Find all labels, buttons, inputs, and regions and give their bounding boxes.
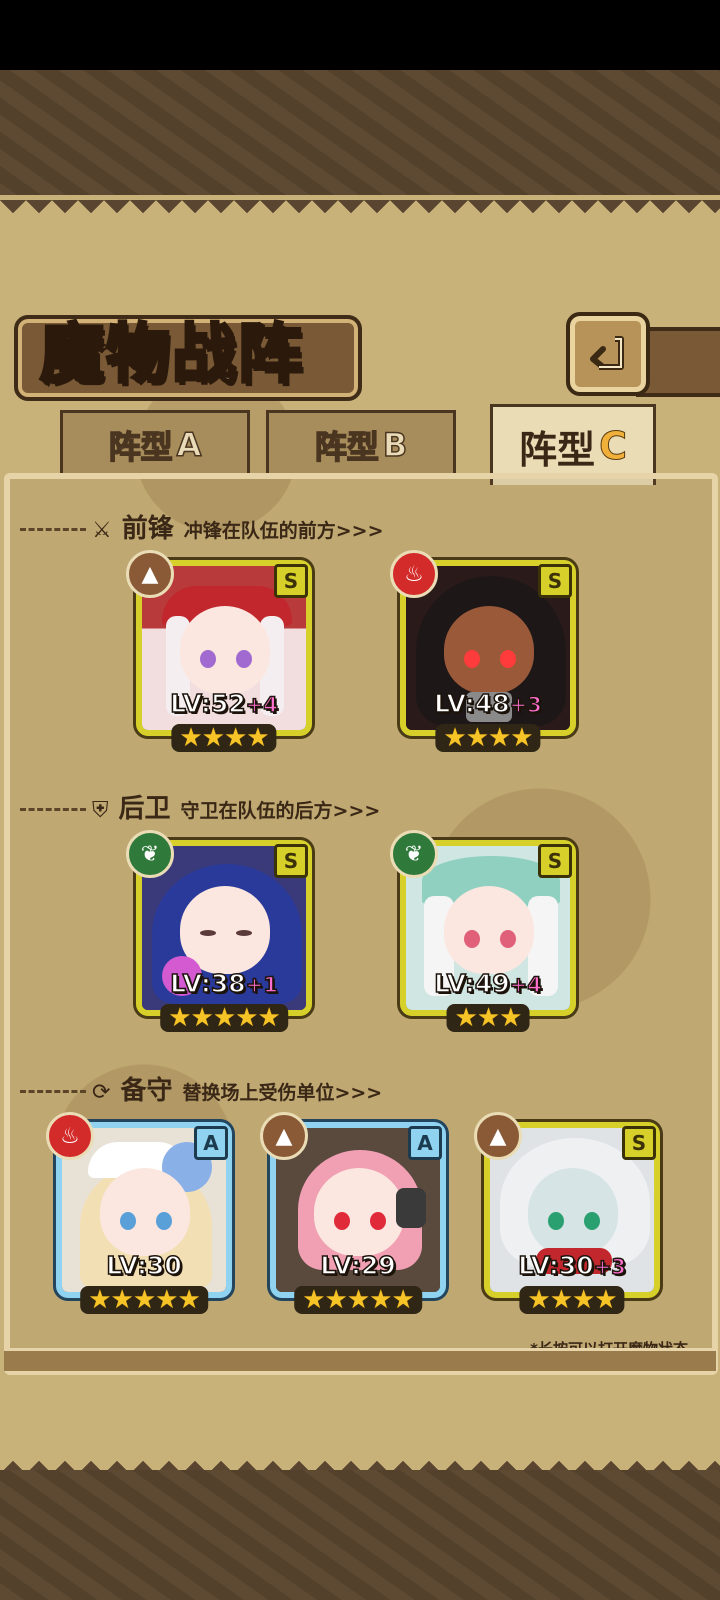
rank-badge: A	[408, 1126, 442, 1160]
tab-label: 阵型	[108, 427, 174, 467]
unit-level: LV:30	[62, 1250, 226, 1281]
star-rating: ★★★★	[171, 723, 277, 753]
star-rating: ★★★★	[519, 1285, 625, 1315]
wood-element-icon: ❦	[390, 830, 438, 878]
tab-label: 阵型	[519, 427, 596, 472]
unit-level: LV:30+3	[490, 1250, 654, 1281]
unit-card[interactable]: ▲ S LV:30+3 ★★★★	[474, 1112, 660, 1315]
section-desc: 守卫在队伍的后方>>>	[180, 800, 381, 822]
unit-level: LV:38+1	[142, 968, 306, 999]
fire-element-icon: ♨	[390, 550, 438, 598]
tab-letter: B	[382, 425, 408, 465]
star-rating: ★★★★★	[160, 1003, 288, 1033]
star-rating: ★★★★★	[80, 1285, 208, 1315]
level-text: LV:48	[433, 688, 510, 719]
rank-badge: A	[194, 1126, 228, 1160]
section-desc: 冲锋在队伍的前方>>>	[183, 520, 384, 542]
unit-level: LV:48+3	[406, 688, 570, 719]
tab-formation-b[interactable]: 阵型 B	[266, 410, 456, 477]
unit-card[interactable]: ❦ S LV:38+1 ★★★★★	[126, 830, 312, 1033]
page-title: 魔物战阵	[39, 316, 304, 394]
section-title: 后卫	[118, 794, 171, 824]
section-rear-header: ⛨ 后卫 守卫在队伍的后方>>>	[92, 788, 380, 825]
unit-card[interactable]: ♨ S LV:48+3 ★★★★	[390, 550, 576, 753]
tab-formation-a[interactable]: 阵型 A	[60, 410, 250, 477]
level-text: LV:30	[105, 1250, 182, 1281]
fire-element-icon: ♨	[46, 1112, 94, 1160]
level-text: LV:30	[517, 1250, 594, 1281]
level-bonus: +4	[245, 692, 279, 718]
level-bonus: +3	[509, 692, 543, 718]
back-button[interactable]	[566, 312, 650, 396]
unit-level: LV:52+4	[142, 688, 306, 719]
level-bonus: +1	[245, 972, 279, 998]
earth-element-icon: ▲	[260, 1112, 308, 1160]
map-background-bottom	[0, 1470, 720, 1600]
earth-element-icon: ▲	[126, 550, 174, 598]
map-background-top	[0, 70, 720, 200]
shield-icon: ⛨	[92, 798, 109, 823]
section-title: 前锋	[121, 514, 174, 544]
star-rating: ★★★★	[435, 723, 541, 753]
divider	[20, 808, 86, 811]
tab-letter: C	[599, 424, 628, 469]
board-footer	[4, 1348, 716, 1371]
torn-edge-top	[0, 200, 720, 226]
section-desc: 替换场上受伤单位>>>	[182, 1082, 383, 1104]
tab-letter: A	[176, 425, 202, 465]
unit-level: LV:49+4	[406, 968, 570, 999]
level-text: LV:38	[169, 968, 246, 999]
level-text: LV:29	[319, 1250, 396, 1281]
divider	[20, 528, 86, 531]
level-bonus: +3	[593, 1254, 627, 1280]
unit-card[interactable]: ▲ A LV:29 ★★★★★	[260, 1112, 446, 1315]
return-arrow-icon	[590, 336, 624, 370]
tab-label: 阵型	[314, 427, 380, 467]
unit-card[interactable]: ❦ S LV:49+4 ★★★	[390, 830, 576, 1033]
section-front-header: ⚔ 前锋 冲锋在队伍的前方>>>	[92, 508, 384, 545]
wood-element-icon: ❦	[126, 830, 174, 878]
section-reserve-header: ⟳ 备守 替换场上受伤单位>>>	[92, 1070, 382, 1107]
rank-badge: S	[274, 844, 308, 878]
star-rating: ★★★	[446, 1003, 530, 1033]
rank-badge: S	[538, 844, 572, 878]
rank-badge: S	[274, 564, 308, 598]
earth-element-icon: ▲	[474, 1112, 522, 1160]
rank-badge: S	[622, 1126, 656, 1160]
sword-icon: ⚔	[92, 518, 112, 543]
section-title: 备守	[120, 1076, 173, 1106]
level-text: LV:52	[169, 688, 246, 719]
unit-level: LV:29	[276, 1250, 440, 1281]
swap-icon: ⟳	[92, 1080, 111, 1105]
divider	[20, 1090, 86, 1093]
level-bonus: +4	[509, 972, 543, 998]
star-rating: ★★★★★	[294, 1285, 422, 1315]
rank-badge: S	[538, 564, 572, 598]
unit-card[interactable]: ♨ A LV:30 ★★★★★	[46, 1112, 232, 1315]
level-text: LV:49	[433, 968, 510, 999]
unit-card[interactable]: ▲ S LV:52+4 ★★★★	[126, 550, 312, 753]
